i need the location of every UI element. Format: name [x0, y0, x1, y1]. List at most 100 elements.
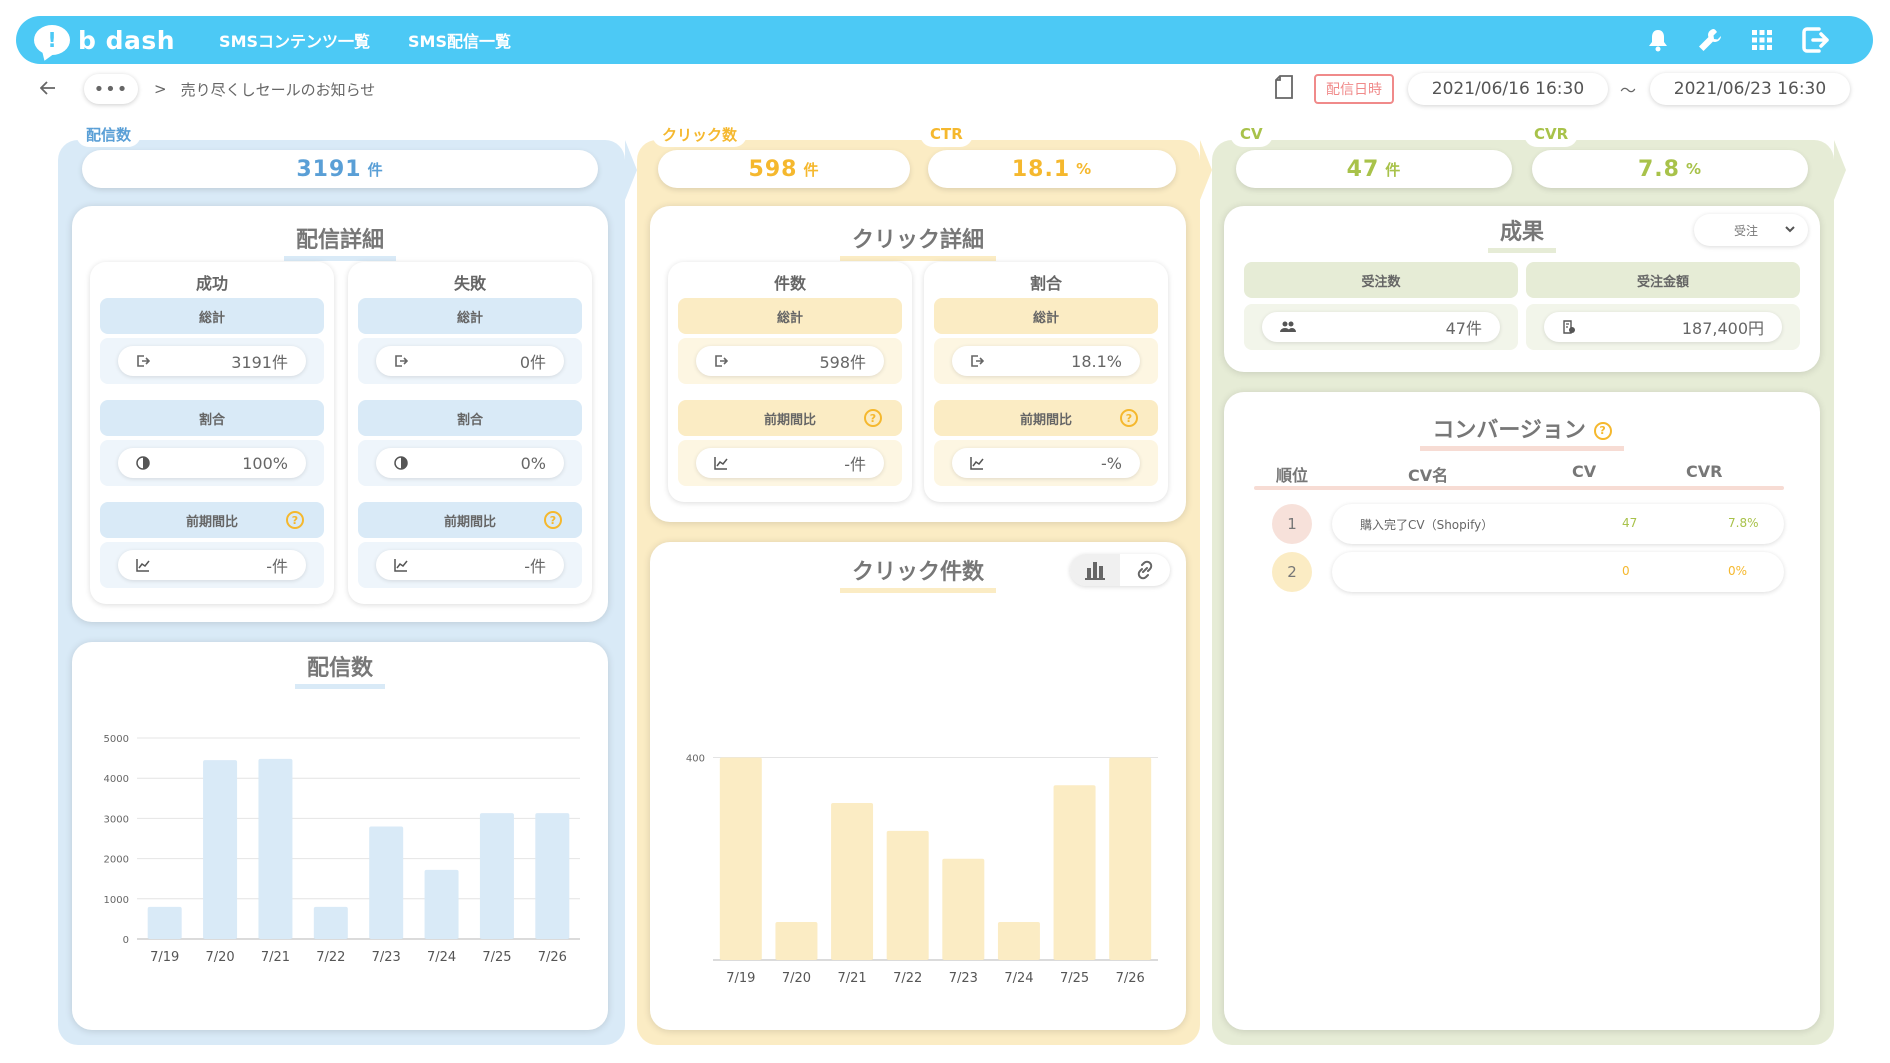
conversion-title: コンバージョン ? — [1224, 412, 1820, 451]
logo-text: b dash — [78, 25, 176, 55]
click-ratio-prev-label: 前期間比? — [934, 400, 1158, 436]
orders-value: 47件 — [1262, 312, 1500, 342]
rank-badge: 2 — [1272, 552, 1312, 592]
click-count-kpi: 598 件 — [658, 150, 910, 188]
click-ratio-total-label: 総計 — [934, 298, 1158, 334]
bar — [535, 813, 570, 939]
logo-bubble-icon: ! — [34, 25, 70, 55]
x-tick-label: 7/24 — [427, 950, 456, 965]
wrench-icon[interactable] — [1697, 27, 1723, 53]
success-ratio-value: 100% — [118, 448, 306, 478]
breadcrumb-separator: > — [154, 80, 167, 98]
cvr-cell: 7.8% — [1728, 516, 1759, 530]
delivery-bar-chart: 0 1000 2000 3000 4000 5000 7/19 7/20 7/21 7/22 7/2… — [104, 734, 580, 965]
delivery-count-kpi: 3191 件 — [82, 150, 598, 188]
amount-value: 187,400円 — [1544, 312, 1782, 342]
help-icon[interactable]: ? — [864, 409, 882, 427]
date-from-field[interactable]: 2021/06/16 16:30 — [1407, 73, 1608, 105]
date-to-field[interactable]: 2021/06/23 16:30 — [1650, 73, 1850, 105]
users-icon — [1280, 321, 1296, 333]
x-tick-label: 7/25 — [482, 950, 511, 965]
click-count-prev-label: 前期間比? — [678, 400, 902, 436]
x-tick-label: 7/19 — [150, 950, 179, 965]
logo[interactable]: ! b dash — [34, 25, 175, 55]
document-icon[interactable] — [1274, 75, 1294, 103]
help-icon[interactable]: ? — [286, 511, 304, 529]
result-type-select[interactable]: 受注 — [1694, 214, 1808, 246]
cv-name-cell: 購入完了CV（Shopify） — [1360, 518, 1494, 532]
click-detail-title: クリック詳細 — [650, 222, 1186, 261]
rank-badge: 1 — [1272, 504, 1312, 544]
bar — [719, 757, 762, 960]
x-tick-label: 7/20 — [205, 950, 234, 965]
success-total-label: 総計 — [100, 298, 324, 334]
x-tick-label: 7/24 — [1004, 971, 1033, 986]
bar — [775, 922, 818, 960]
grid-icon[interactable] — [1751, 29, 1773, 51]
chevron-down-icon — [1784, 223, 1796, 238]
nav-sms-content-list[interactable]: SMSコンテンツ一覧 — [219, 28, 370, 52]
cv-cell: 47 — [1622, 516, 1638, 530]
click-count-heading: 件数 — [773, 274, 806, 293]
bar — [942, 858, 985, 960]
bar — [479, 813, 514, 939]
x-tick-label: 7/23 — [949, 971, 978, 986]
bar — [147, 906, 182, 939]
delivery-date-label: 配信日時 — [1313, 74, 1394, 104]
trend-chart-icon — [714, 456, 730, 470]
delivery-count-tag: 配信数 — [76, 121, 142, 147]
bar — [313, 906, 348, 939]
pie-icon — [394, 456, 410, 470]
login-icon — [970, 354, 986, 368]
click-ratio-panel: 割合 総計 18.1% 前期間比? -% — [924, 262, 1168, 502]
bell-icon[interactable] — [1647, 28, 1669, 52]
y-tick-label: 2000 — [104, 855, 129, 866]
y-tick-label: 400 — [686, 753, 705, 764]
sub-toolbar: ••• > 売り尽くしセールのお知らせ 配信日時 2021/06/16 16:3… — [10, 66, 1880, 112]
bar — [203, 760, 238, 939]
cvr-cell: 0% — [1728, 564, 1748, 578]
back-arrow-icon[interactable] — [39, 80, 60, 99]
fail-panel: 失敗 総計 0件 割合 0% 前期間比? -件 — [348, 262, 592, 604]
delivery-detail-card: 配信詳細 成功 総計 3191件 割合 100% 前期間比? -件 失敗 総計 … — [72, 206, 608, 622]
fail-prev-value: -件 — [376, 550, 564, 580]
trend-chart-icon — [970, 456, 986, 470]
result-column-tip — [1834, 140, 1846, 200]
click-ratio-heading: 割合 — [1029, 274, 1062, 293]
bar — [831, 803, 874, 960]
ctr-tag: CTR — [920, 121, 973, 147]
amount-label: 受注金額 — [1526, 262, 1800, 298]
click-ratio-prev-value: -% — [952, 448, 1140, 478]
bar — [369, 826, 404, 939]
table-row[interactable]: 0 0% — [1332, 552, 1784, 592]
x-tick-label: 7/26 — [538, 950, 567, 965]
conversion-header-underline — [1254, 486, 1784, 490]
fail-prev-label: 前期間比? — [358, 502, 582, 538]
pie-icon — [136, 456, 152, 470]
delivery-detail-title: 配信詳細 — [72, 222, 608, 261]
invoice-icon — [1562, 320, 1578, 334]
x-tick-label: 7/22 — [893, 971, 922, 986]
table-row[interactable]: 購入完了CV（Shopify） 47 7.8% — [1332, 504, 1784, 544]
bar-chart-view-button[interactable] — [1070, 554, 1120, 586]
link-view-button[interactable] — [1120, 554, 1170, 586]
help-icon[interactable]: ? — [1120, 409, 1138, 427]
nav-sms-delivery-list[interactable]: SMS配信一覧 — [408, 28, 511, 52]
click-count-total-value: 598件 — [696, 346, 884, 376]
y-tick-label: 5000 — [104, 734, 129, 745]
y-tick-label: 1000 — [104, 895, 129, 906]
success-ratio-label: 割合 — [100, 400, 324, 436]
success-panel: 成功 総計 3191件 割合 100% 前期間比? -件 — [90, 262, 334, 604]
trend-chart-icon — [136, 558, 152, 572]
date-range-separator: ～ — [1619, 81, 1636, 100]
cv-name-header: CV名 — [1408, 466, 1449, 485]
delivery-chart-card: 配信数 0 1000 2000 3000 4000 5000 7/19 7/20 7/21 7/2… — [72, 642, 608, 1030]
rank-header: 順位 — [1276, 466, 1309, 485]
chart-view-toggle — [1070, 554, 1170, 586]
click-count-tag: クリック数 — [652, 121, 748, 147]
help-icon[interactable]: ? — [544, 511, 562, 529]
fail-ratio-value: 0% — [376, 448, 564, 478]
logout-icon[interactable] — [1801, 27, 1833, 53]
more-button[interactable]: ••• — [84, 74, 138, 104]
help-icon[interactable]: ? — [1593, 422, 1612, 440]
